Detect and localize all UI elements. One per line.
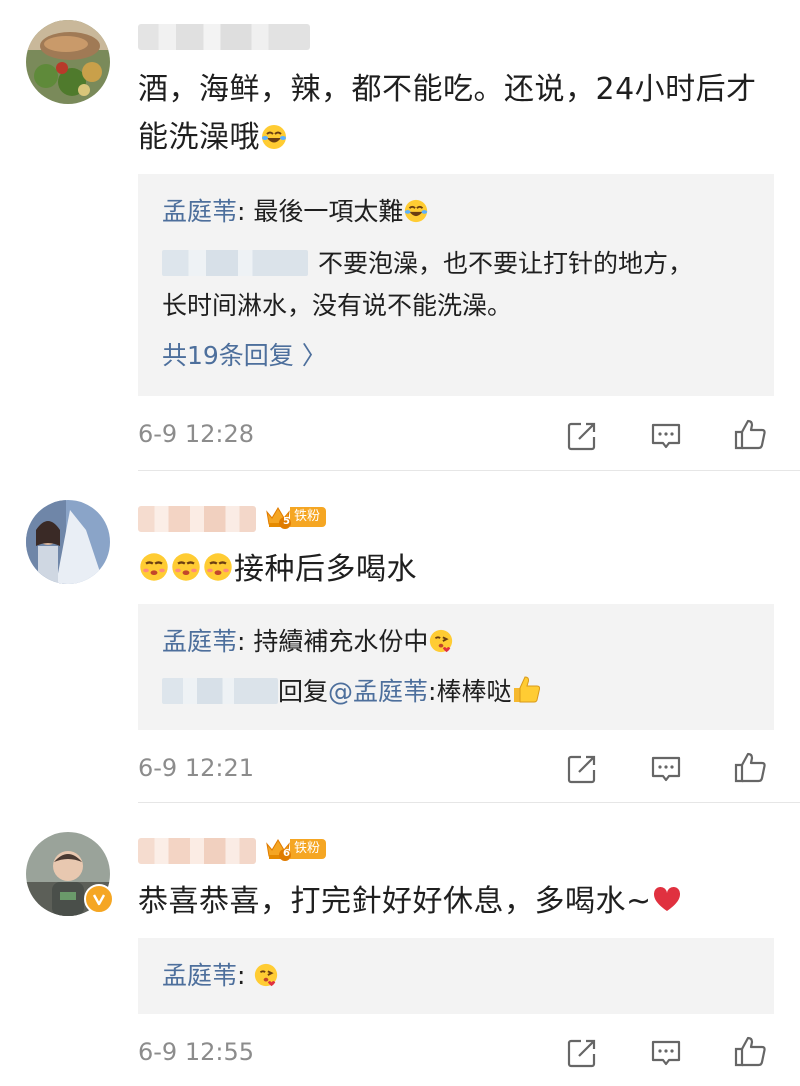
- reply-line: 长时间淋水，没有说不能洗澡。: [162, 288, 754, 324]
- more-replies-link[interactable]: 共19条回复 〉: [162, 338, 754, 374]
- crown-level-icon: 6: [264, 836, 292, 862]
- comment-icon[interactable]: [649, 1036, 683, 1070]
- reply-text: 不要泡澡，也不要让打针的地方，: [318, 249, 694, 278]
- fan-badge[interactable]: 6 铁粉: [264, 836, 327, 862]
- avatar-image: [26, 500, 110, 584]
- divider: [138, 470, 800, 471]
- reply-author[interactable]: 孟庭苇: [162, 627, 237, 656]
- comment-icon[interactable]: [649, 419, 683, 453]
- like-icon[interactable]: [733, 750, 767, 784]
- kiss-heart-emoji-icon: [428, 628, 454, 654]
- reply-text: 持續補充水份中: [253, 627, 429, 656]
- crown-level-icon: 5: [264, 504, 292, 530]
- repost-icon[interactable]: [565, 1036, 599, 1070]
- mention-link[interactable]: @孟庭苇: [328, 677, 428, 706]
- reply-separator: :: [237, 627, 254, 656]
- reply-author[interactable]: 孟庭苇: [162, 961, 237, 990]
- username-blurred[interactable]: [138, 838, 256, 864]
- avatar[interactable]: [26, 500, 110, 584]
- comment-1: 酒，海鲜，辣，都不能吃。还说，24小时后才能洗澡哦 孟庭苇: 最後一項太難 不要…: [0, 0, 800, 472]
- timestamp: 6-9 12:55: [138, 1038, 254, 1066]
- thumbs-up-emoji-icon: [511, 674, 541, 704]
- comment-3: 6 铁粉 恭喜恭喜，打完針好好休息，多喝水~ 孟庭苇: 6-9 12:55: [0, 804, 800, 1086]
- comment-text: 恭喜恭喜，打完針好好休息，多喝水~: [138, 878, 760, 926]
- reply-text-continued: 长时间淋水，没有说不能洗澡。: [162, 291, 513, 320]
- comment-icon[interactable]: [649, 752, 683, 786]
- reply-line: 不要泡澡，也不要让打针的地方，: [162, 246, 754, 282]
- reply-prefix: 回复: [278, 677, 329, 706]
- reply-box[interactable]: 孟庭苇:: [138, 938, 774, 1014]
- badge-level: 5: [283, 516, 290, 527]
- comment-text: 接种后多喝水: [138, 546, 760, 594]
- fan-badge[interactable]: 5 铁粉: [264, 504, 327, 530]
- reply-author-blurred[interactable]: [162, 678, 278, 704]
- reply-author-blurred[interactable]: [162, 250, 308, 276]
- repost-icon[interactable]: [565, 752, 599, 786]
- verified-badge-icon: [84, 884, 114, 914]
- like-icon[interactable]: [733, 417, 767, 451]
- like-icon[interactable]: [733, 1034, 767, 1068]
- laugh-cry-emoji-icon: [403, 198, 429, 224]
- reply-author[interactable]: 孟庭苇: [162, 197, 237, 226]
- kiss-emoji-icon: [170, 550, 202, 582]
- comment-body: 恭喜恭喜，打完針好好休息，多喝水~: [138, 884, 652, 919]
- reply-separator: :: [237, 961, 254, 990]
- repost-icon[interactable]: [565, 419, 599, 453]
- username-blurred[interactable]: [138, 506, 256, 532]
- red-heart-icon: [652, 882, 682, 912]
- kiss-heart-emoji-icon: [253, 962, 279, 988]
- reply-line: 回复@孟庭苇:棒棒哒: [162, 674, 754, 710]
- reply-text: :棒棒哒: [428, 677, 512, 706]
- comment-text: 酒，海鲜，辣，都不能吃。还说，24小时后才能洗澡哦: [138, 66, 760, 162]
- comment-body: 酒，海鲜，辣，都不能吃。还说，24小时后才能洗澡哦: [138, 72, 757, 155]
- reply-line: 孟庭苇: 持續補充水份中: [162, 624, 754, 660]
- badge-label: 铁粉: [290, 507, 327, 527]
- reply-separator: :: [237, 197, 254, 226]
- avatar-image: [26, 20, 110, 104]
- badge-label: 铁粉: [290, 839, 327, 859]
- timestamp: 6-9 12:21: [138, 754, 254, 782]
- kiss-emoji-icon: [202, 550, 234, 582]
- comment-2: 5 铁粉 接种后多喝水 孟庭苇: 持續補充水份中 回复@孟庭苇:棒棒哒 6-9 …: [0, 472, 800, 804]
- username-blurred[interactable]: [138, 24, 310, 50]
- reply-box[interactable]: 孟庭苇: 最後一項太難 不要泡澡，也不要让打针的地方， 长时间淋水，没有说不能洗…: [138, 174, 774, 396]
- avatar[interactable]: [26, 832, 114, 916]
- divider: [138, 802, 800, 803]
- avatar[interactable]: [26, 20, 110, 104]
- reply-line: 孟庭苇:: [162, 958, 754, 994]
- laugh-cry-emoji-icon: [260, 118, 288, 149]
- badge-level: 6: [283, 848, 290, 859]
- reply-line: 孟庭苇: 最後一項太難: [162, 194, 754, 230]
- reply-box[interactable]: 孟庭苇: 持續補充水份中 回复@孟庭苇:棒棒哒: [138, 604, 774, 730]
- reply-text: 最後一項太難: [253, 197, 404, 226]
- kiss-emoji-icon: [138, 550, 170, 582]
- comment-body: 接种后多喝水: [234, 552, 417, 587]
- timestamp: 6-9 12:28: [138, 420, 254, 448]
